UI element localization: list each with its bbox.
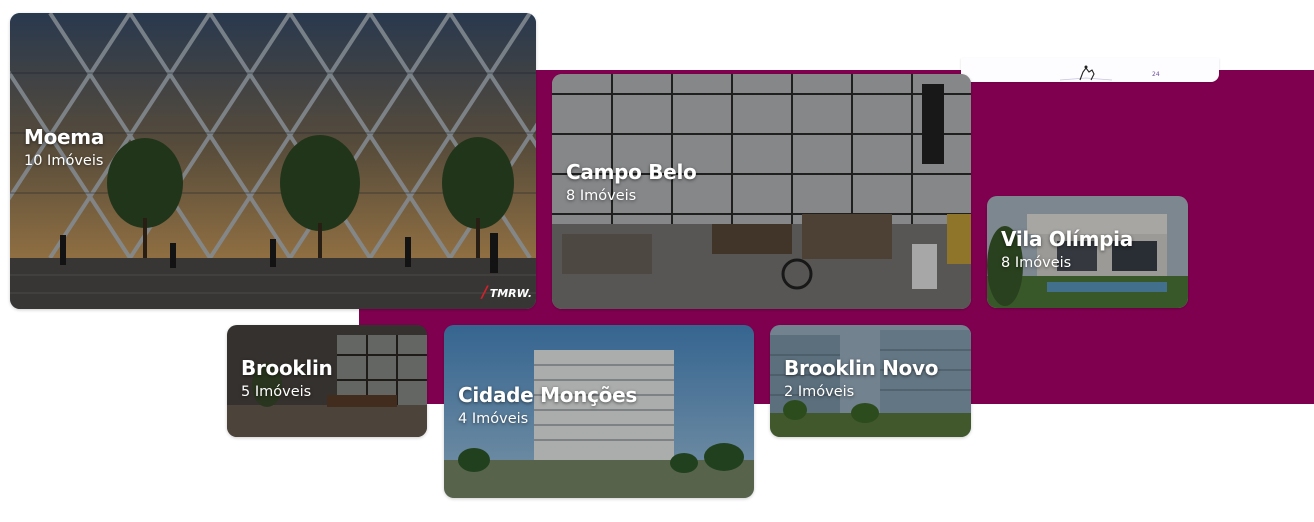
card-caption: Campo Belo 8 Imóveis xyxy=(566,159,697,207)
neighborhood-name: Cidade Monções xyxy=(458,383,637,407)
neighborhood-section: 24 / TMRW. Moema 10 Imóveis Campo Belo 8… xyxy=(0,0,1314,522)
card-caption: Cidade Monções 4 Imóveis xyxy=(458,382,637,430)
neighborhood-card-campo-belo[interactable]: Campo Belo 8 Imóveis xyxy=(552,74,971,309)
neighborhood-card-brooklin-novo[interactable]: Brooklin Novo 2 Imóveis xyxy=(770,325,971,437)
photo-brand-mark: / TMRW. xyxy=(481,282,532,301)
mini-illustration-icon xyxy=(1059,65,1113,81)
property-count: 2 Imóveis xyxy=(784,384,855,400)
neighborhood-card-moema[interactable]: / TMRW. Moema 10 Imóveis xyxy=(10,13,536,309)
card-caption: Moema 10 Imóveis xyxy=(24,124,104,172)
property-count: 8 Imóveis xyxy=(1001,255,1072,271)
card-caption: Brooklin 5 Imóveis xyxy=(241,355,333,403)
neighborhood-name: Vila Olímpia xyxy=(1001,227,1133,251)
neighborhood-card-brooklin[interactable]: Brooklin 5 Imóveis xyxy=(227,325,427,437)
property-count: 4 Imóveis xyxy=(458,411,529,427)
floating-preview-tab[interactable]: 24 xyxy=(961,58,1219,82)
floating-tab-number: 24 xyxy=(1152,71,1160,78)
neighborhood-card-cidade-moncoes[interactable]: Cidade Monções 4 Imóveis xyxy=(444,325,754,498)
neighborhood-name: Moema xyxy=(24,125,105,149)
neighborhood-card-vila-olimpia[interactable]: Vila Olímpia 8 Imóveis xyxy=(987,196,1188,308)
property-count: 10 Imóveis xyxy=(24,153,104,169)
card-caption: Brooklin Novo 2 Imóveis xyxy=(784,355,938,403)
property-count: 5 Imóveis xyxy=(241,384,312,400)
neighborhood-name: Brooklin Novo xyxy=(784,356,939,380)
property-count: 8 Imóveis xyxy=(566,188,637,204)
neighborhood-name: Brooklin xyxy=(241,356,333,380)
neighborhood-name: Campo Belo xyxy=(566,160,697,184)
card-caption: Vila Olímpia 8 Imóveis xyxy=(1001,226,1133,274)
